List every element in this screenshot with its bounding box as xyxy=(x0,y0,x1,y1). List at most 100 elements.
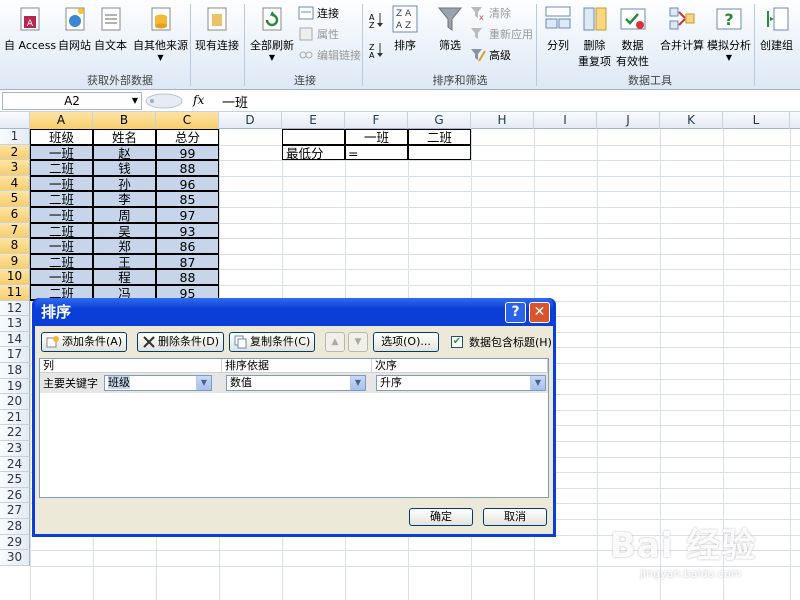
class-header-cell[interactable]: 二班 xyxy=(408,129,471,145)
row-header-8[interactable]: 8 xyxy=(0,238,30,254)
text-to-columns-button[interactable]: 分列 xyxy=(544,4,572,53)
table-cell[interactable]: 郑 xyxy=(93,238,156,254)
table-cell[interactable]: 一班 xyxy=(30,175,93,192)
header-checkbox[interactable]: ✔ xyxy=(451,336,463,348)
refresh-all-button[interactable]: 全部刷新 ▼ xyxy=(250,4,294,62)
name-box[interactable]: A2 ▼ xyxy=(2,92,142,110)
help-button[interactable]: ? xyxy=(505,302,526,323)
row-header-12[interactable]: 12 xyxy=(0,300,30,317)
table-cell[interactable]: 一班 xyxy=(30,144,93,161)
column-header-i[interactable]: I xyxy=(534,112,597,129)
existing-connections-button[interactable]: 现有连接 xyxy=(195,4,239,53)
group-button[interactable]: 创建组 xyxy=(760,4,793,53)
close-button[interactable]: ✕ xyxy=(529,302,550,323)
copy-level-button[interactable]: 复制条件(C) xyxy=(229,332,316,352)
column-header-k[interactable]: K xyxy=(660,112,723,129)
column-header-h[interactable]: H xyxy=(471,112,534,129)
row-header-25[interactable]: 25 xyxy=(0,472,30,488)
empty-cell[interactable] xyxy=(282,129,345,145)
cancel-button[interactable]: 取消 xyxy=(483,508,547,526)
row-header-11[interactable]: 11 xyxy=(0,285,30,301)
sort-button[interactable]: Z A A Z 排序 xyxy=(391,4,419,53)
table-cell[interactable]: 87 xyxy=(156,253,219,270)
filter-button[interactable]: 筛选 xyxy=(436,4,464,53)
row-header-21[interactable]: 21 xyxy=(0,409,30,426)
options-button[interactable]: 选项(O)... xyxy=(373,332,439,352)
sort-z-to-a-button[interactable]: ZA xyxy=(368,40,387,60)
row-header-18[interactable]: 18 xyxy=(0,363,30,379)
consolidate-button[interactable]: 合并计算 xyxy=(660,4,704,53)
edit-links-button[interactable]: 编辑链接 xyxy=(298,46,361,64)
select-all-corner[interactable] xyxy=(0,112,30,129)
reapply-button[interactable]: 重新应用 xyxy=(470,25,533,43)
table-cell[interactable]: 周 xyxy=(93,207,156,223)
row-header-20[interactable]: 20 xyxy=(0,394,30,410)
empty-cell[interactable] xyxy=(408,144,471,161)
table-cell[interactable]: 93 xyxy=(156,222,219,239)
table-cell[interactable]: 88 xyxy=(156,269,219,285)
column-header-c[interactable]: C xyxy=(156,112,219,129)
min-score-label-cell[interactable]: 最低分 xyxy=(282,144,345,161)
table-cell[interactable]: 99 xyxy=(156,144,219,161)
insert-function-icon[interactable]: fx xyxy=(193,93,204,107)
properties-button[interactable]: 属性 xyxy=(298,25,339,43)
sort-order-select[interactable]: 升序 ▼ xyxy=(376,375,546,391)
row-header-30[interactable]: 30 xyxy=(0,550,30,566)
column-header-g[interactable]: G xyxy=(408,112,471,129)
from-web-button[interactable]: 自网站 xyxy=(58,4,91,53)
row-header-22[interactable]: 22 xyxy=(0,425,30,441)
chevron-down-icon[interactable]: ▼ xyxy=(530,376,545,390)
delete-level-button[interactable]: 删除条件(D) xyxy=(137,332,225,352)
advanced-filter-button[interactable]: 高级 xyxy=(470,46,511,64)
from-other-sources-button[interactable]: 自其他来源 ▼ xyxy=(133,4,188,62)
chevron-down-icon[interactable]: ▼ xyxy=(350,376,365,390)
table-cell[interactable]: 一班 xyxy=(30,269,93,285)
row-header-28[interactable]: 28 xyxy=(0,519,30,535)
column-header-b[interactable]: B xyxy=(93,112,156,129)
table-cell[interactable]: 钱 xyxy=(93,160,156,176)
table-cell[interactable]: 二班 xyxy=(30,253,93,270)
column-header-d[interactable]: D xyxy=(219,112,282,129)
table-cell[interactable]: 85 xyxy=(156,191,219,207)
row-header-19[interactable]: 19 xyxy=(0,378,30,395)
row-header-9[interactable]: 9 xyxy=(0,253,30,270)
sort-on-select[interactable]: 数值 ▼ xyxy=(226,375,366,391)
row-header-26[interactable]: 26 xyxy=(0,487,30,504)
table-header-cell[interactable]: 班级 xyxy=(30,129,93,145)
table-cell[interactable]: 二班 xyxy=(30,160,93,176)
clear-filter-button[interactable]: x 清除 xyxy=(470,4,511,22)
table-header-cell[interactable]: 总分 xyxy=(156,129,219,145)
column-header-e[interactable]: E xyxy=(282,112,345,129)
formula-input[interactable]: 一班 xyxy=(222,92,248,111)
table-cell[interactable]: 二班 xyxy=(30,222,93,239)
remove-duplicates-button[interactable]: 删除 重复项 xyxy=(578,4,611,69)
column-header-j[interactable]: J xyxy=(597,112,660,129)
column-header-f[interactable]: F xyxy=(345,112,408,129)
row-header-17[interactable]: 17 xyxy=(0,347,30,363)
row-header-10[interactable]: 10 xyxy=(0,269,30,285)
table-cell[interactable]: 王 xyxy=(93,253,156,270)
table-cell[interactable]: 二班 xyxy=(30,191,93,207)
row-header-2[interactable]: 2 xyxy=(0,144,30,161)
row-header-27[interactable]: 27 xyxy=(0,503,30,519)
table-header-cell[interactable]: 姓名 xyxy=(93,129,156,145)
move-down-button[interactable]: ▼ xyxy=(348,332,368,352)
row-header-4[interactable]: 4 xyxy=(0,175,30,192)
table-cell[interactable]: 96 xyxy=(156,175,219,192)
connections-button[interactable]: 连接 xyxy=(298,4,339,22)
row-header-1[interactable]: 1 xyxy=(0,129,30,145)
row-header-7[interactable]: 7 xyxy=(0,222,30,239)
what-if-analysis-button[interactable]: ? 模拟分析 ▼ xyxy=(707,4,751,62)
sort-column-select[interactable]: 班级 ▼ xyxy=(104,375,212,391)
move-up-button[interactable]: ▲ xyxy=(325,332,345,352)
table-cell[interactable]: 88 xyxy=(156,160,219,176)
table-cell[interactable]: 孙 xyxy=(93,175,156,192)
column-header-a[interactable]: A xyxy=(30,112,93,129)
from-text-button[interactable]: 自文本 xyxy=(94,4,127,53)
row-header-29[interactable]: 29 xyxy=(0,534,30,551)
table-cell[interactable]: 赵 xyxy=(93,144,156,161)
row-header-5[interactable]: 5 xyxy=(0,191,30,207)
row-header-24[interactable]: 24 xyxy=(0,456,30,473)
chevron-down-icon[interactable]: ▼ xyxy=(132,93,138,109)
data-validation-button[interactable]: 数据 有效性 xyxy=(616,4,649,69)
